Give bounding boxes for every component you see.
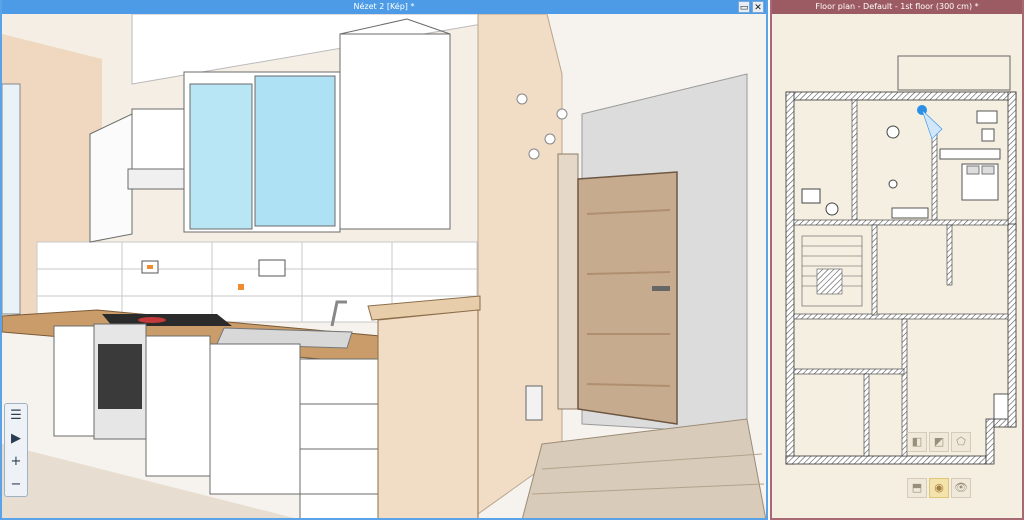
range-hood (127, 168, 185, 190)
view-mode-icon[interactable]: ◧ (907, 432, 927, 452)
roof-icon[interactable]: ⬠ (951, 432, 971, 452)
floor-plan-canvas[interactable] (772, 14, 1022, 520)
eye-icon[interactable]: 👁 (951, 478, 971, 498)
cube-icon[interactable]: ◩ (929, 432, 949, 452)
3d-view-window-buttons: ▭ ✕ (738, 1, 764, 13)
layer-icon[interactable]: ⬒ (907, 478, 927, 498)
wall-switch (525, 385, 543, 421)
3d-view-window[interactable]: Nézet 2 [Kép] * ▭ ✕ ☰ ▶ + − (0, 0, 768, 520)
3d-view-title: Nézet 2 [Kép] * (353, 2, 415, 11)
lower-cabinet-1 (145, 335, 211, 477)
3d-view-titlebar[interactable]: Nézet 2 [Kép] * ▭ ✕ (2, 0, 766, 14)
list-icon[interactable]: ☰ (7, 407, 25, 425)
partition-wall (477, 14, 563, 515)
wall-lamp (516, 93, 528, 105)
plan-view-toolbox: ◧ ◩ ⬠ ⬒ ◉ 👁 (907, 432, 973, 502)
zoom-out-button[interactable]: − (7, 476, 25, 494)
drawer-stack (299, 358, 379, 518)
view-navigation-panel: ☰ ▶ + − (4, 403, 28, 497)
play-icon[interactable]: ▶ (7, 430, 25, 448)
zoom-in-button[interactable]: + (7, 453, 25, 471)
staircase (801, 235, 863, 307)
restore-button[interactable]: ▭ (738, 1, 750, 13)
floor-plan-titlebar[interactable]: Floor plan - Default - 1st floor (300 cm… (772, 0, 1022, 14)
upper-cabinet-left (89, 113, 133, 243)
lower-cabinet-2 (209, 343, 301, 495)
3d-kitchen-render[interactable] (2, 14, 766, 520)
close-button[interactable]: ✕ (752, 1, 764, 13)
floor-plan-window[interactable]: Floor plan - Default - 1st floor (300 cm… (770, 0, 1024, 520)
upper-cabinet-right (339, 33, 451, 230)
door-handle (652, 286, 670, 291)
plant (886, 125, 900, 139)
balcony (897, 55, 1011, 91)
render-icon[interactable]: ◉ (929, 478, 949, 498)
floor-plan-title: Floor plan - Default - 1st floor (300 cm… (815, 2, 979, 11)
socket-right (258, 259, 286, 277)
